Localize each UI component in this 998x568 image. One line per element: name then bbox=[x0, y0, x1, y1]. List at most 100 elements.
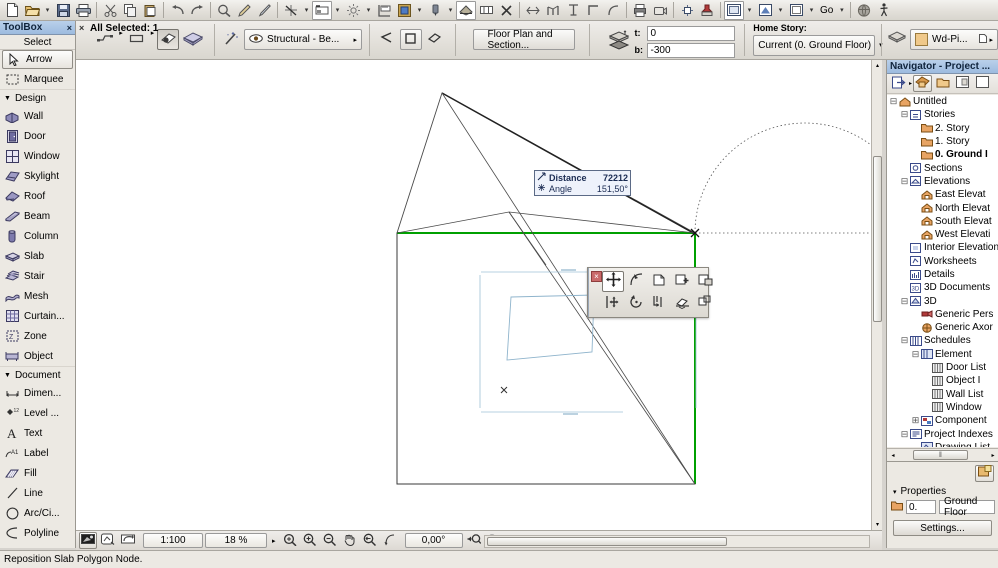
navigator-tree-item[interactable]: Interior Elevation bbox=[887, 241, 998, 254]
toolbox-item-slab[interactable]: Slab bbox=[0, 246, 75, 266]
pen-weight-dropdown-arrow-icon[interactable]: ▾ bbox=[445, 1, 456, 20]
collapse-toggle-icon[interactable]: ⊟ bbox=[900, 335, 909, 346]
pet-elevate-button[interactable] bbox=[648, 293, 670, 314]
snap-off-icon[interactable] bbox=[281, 1, 301, 20]
navigator-tree-item[interactable]: Door List bbox=[887, 361, 998, 374]
curve-icon[interactable] bbox=[603, 1, 623, 20]
collapse-toggle-icon[interactable]: ⊟ bbox=[900, 296, 909, 307]
nav-publisher-button[interactable] bbox=[973, 75, 992, 92]
geometry-slab-button[interactable] bbox=[181, 29, 205, 50]
go-to-label[interactable]: Go bbox=[817, 5, 836, 16]
intersect-icon[interactable] bbox=[563, 1, 583, 20]
navigator-tree-item[interactable]: ⊟ Stories bbox=[887, 108, 998, 121]
bottom-elevation-field[interactable]: -300 bbox=[646, 42, 735, 58]
chamfer-button[interactable] bbox=[376, 29, 398, 50]
pet-subtract-button[interactable] bbox=[694, 271, 716, 292]
navigator-tree-item[interactable]: Object I bbox=[887, 374, 998, 387]
snap-point-icon[interactable] bbox=[312, 0, 332, 20]
canvas-hscroll-thumb[interactable] bbox=[487, 537, 727, 546]
go-dropdown-arrow-icon[interactable]: ▾ bbox=[836, 1, 847, 20]
cut-scissors-icon[interactable] bbox=[100, 1, 120, 20]
collapse-toggle-icon[interactable]: ⊟ bbox=[900, 176, 909, 187]
expand-toggle-icon[interactable]: ⊞ bbox=[911, 415, 920, 426]
layer-settings-button[interactable]: Floor Plan and Section... bbox=[472, 29, 575, 51]
pet-multiply-button[interactable] bbox=[694, 293, 716, 314]
open-folder-icon[interactable] bbox=[22, 1, 42, 20]
snap-dropdown-arrow-icon[interactable]: ▾ bbox=[301, 1, 312, 20]
material-combo[interactable]: Wd-Pi... ▸ bbox=[910, 29, 998, 50]
sun-dropdown-arrow-icon[interactable]: ▾ bbox=[363, 1, 374, 20]
navigator-tree-item[interactable]: ⊞ Component bbox=[887, 414, 998, 427]
pan-hand-button[interactable] bbox=[341, 532, 359, 549]
toolbox-item-stair[interactable]: Stair bbox=[0, 266, 75, 286]
rotated-square-button[interactable] bbox=[424, 29, 446, 50]
snap-point-dropdown-arrow-icon[interactable]: ▾ bbox=[332, 1, 343, 20]
toolbox-item-fill[interactable]: Fill bbox=[0, 463, 75, 483]
toolbox-item-zone[interactable]: Z Zone bbox=[0, 326, 75, 346]
layout-dropdown-arrow-icon[interactable]: ▾ bbox=[806, 1, 817, 20]
camera-icon[interactable] bbox=[650, 1, 670, 20]
nav-project-map-button[interactable] bbox=[913, 75, 933, 92]
toolbox-group-design[interactable]: ▼ Design bbox=[0, 89, 75, 106]
pet-mirror-button[interactable] bbox=[671, 293, 693, 314]
toolbox-item-column[interactable]: Column bbox=[0, 226, 75, 246]
copy-icon[interactable] bbox=[120, 1, 140, 20]
walkthrough-person-icon[interactable] bbox=[874, 1, 894, 20]
zoom-dropdown-arrow-icon[interactable]: ▸ bbox=[269, 537, 279, 545]
navigator-tree[interactable]: ⊟ Untitled ⊟ Stories 2. Story 1. Story 0. Grou… bbox=[887, 95, 998, 447]
zoom-percent-combo[interactable]: 18 % bbox=[205, 533, 267, 548]
collapse-toggle-icon[interactable]: ⊟ bbox=[911, 349, 920, 360]
paste-icon[interactable] bbox=[140, 1, 160, 20]
navigator-tree-item[interactable]: Sections bbox=[887, 161, 998, 174]
nav-organizer-button[interactable] bbox=[889, 75, 908, 92]
nav-back-button[interactable] bbox=[465, 532, 483, 549]
scroll-up-arrow-icon[interactable]: ▴ bbox=[872, 60, 882, 71]
adjust-icon[interactable] bbox=[543, 1, 563, 20]
toolbox-item-dimension[interactable]: Dimen... bbox=[0, 383, 75, 403]
navigator-tree-item[interactable]: 1. Story bbox=[887, 135, 998, 148]
story-settings-dialog-button[interactable]: Settings... bbox=[893, 520, 992, 536]
navigator-tree-item[interactable]: ⊟ Elevations bbox=[887, 175, 998, 188]
save-disk-icon[interactable] bbox=[53, 1, 73, 20]
publish-icon[interactable] bbox=[630, 1, 650, 20]
canvas-vertical-scrollbar[interactable]: ▴ ▾ bbox=[871, 60, 882, 530]
pet-rotate-button[interactable] bbox=[625, 293, 647, 314]
navigator-tree-item[interactable]: Window bbox=[887, 401, 998, 414]
navigator-tree-item[interactable]: Wall List bbox=[887, 388, 998, 401]
toolbox-item-text[interactable]: A Text bbox=[0, 423, 75, 443]
nav-scroll-left-arrow-icon[interactable]: ◂ bbox=[887, 450, 899, 461]
globe-3d-icon[interactable] bbox=[854, 1, 874, 20]
top-elevation-field[interactable]: 0 bbox=[646, 25, 735, 41]
toolbox-item-wall[interactable]: Wall bbox=[0, 106, 75, 126]
stamp-icon[interactable] bbox=[697, 1, 717, 20]
document-icon[interactable] bbox=[979, 34, 988, 45]
toolbox-item-object[interactable]: Object bbox=[0, 346, 75, 366]
redo-arrow-icon[interactable] bbox=[187, 1, 207, 20]
home-story-combo[interactable]: Current (0. Ground Floor) ▾ bbox=[753, 34, 883, 56]
navigator-tree-item[interactable]: Details bbox=[887, 268, 998, 281]
navigator-tree-item[interactable]: 2. Story bbox=[887, 122, 998, 135]
square-button[interactable] bbox=[399, 29, 422, 50]
guide-ruler-icon[interactable] bbox=[374, 1, 394, 20]
cutaway-button[interactable] bbox=[79, 532, 97, 549]
orientation-combo[interactable]: 0,00° bbox=[404, 533, 463, 548]
material-dropdown-arrow-icon[interactable]: ▸ bbox=[989, 36, 993, 44]
nav-scroll-thumb[interactable]: ‖ bbox=[913, 450, 968, 460]
nav-organizer-arrow-icon[interactable]: ▸ bbox=[909, 80, 912, 87]
project-map-icon[interactable] bbox=[677, 1, 697, 20]
zoom-next-button[interactable] bbox=[381, 532, 399, 549]
toolbox-item-beam[interactable]: Beam bbox=[0, 206, 75, 226]
section-window-icon[interactable] bbox=[755, 1, 775, 20]
toolbox-close-button[interactable]: × bbox=[67, 23, 72, 33]
toolbox-item-arrow[interactable]: Arrow bbox=[2, 50, 73, 69]
pet-move-node-button[interactable] bbox=[602, 270, 624, 292]
favorites-button[interactable] bbox=[221, 29, 243, 50]
pen-weight-icon[interactable] bbox=[425, 1, 445, 20]
zoom-previous-button[interactable] bbox=[361, 532, 379, 549]
toolbox-item-level-dimension[interactable]: 12 Level ... bbox=[0, 403, 75, 423]
model-view-icon[interactable] bbox=[456, 0, 476, 20]
collapse-toggle-icon[interactable]: ⊟ bbox=[900, 429, 909, 440]
floor-plan-window-icon[interactable] bbox=[724, 0, 744, 20]
scale-combo[interactable]: 1:100 bbox=[143, 533, 203, 548]
navigator-tree-item[interactable]: 3D 3D Documents bbox=[887, 281, 998, 294]
